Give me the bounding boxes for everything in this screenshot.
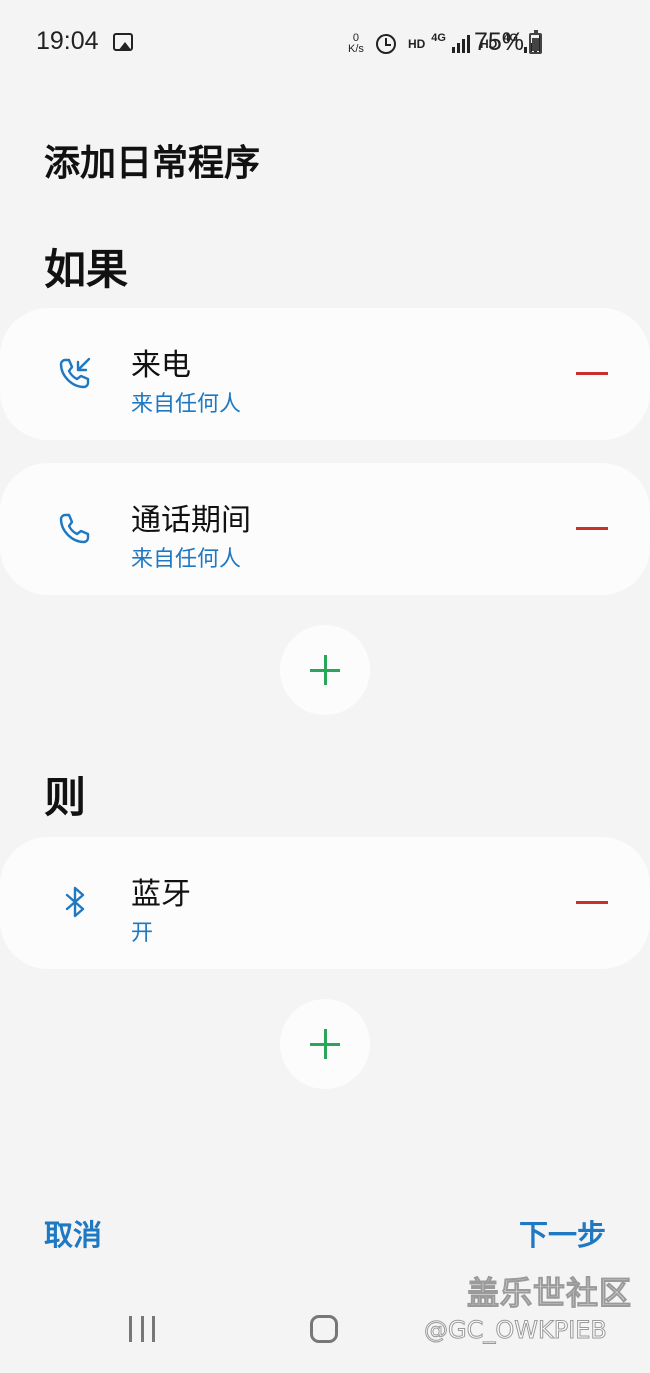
gallery-notification-icon [113, 33, 133, 51]
battery-percentage: 75% [474, 28, 525, 56]
action-subtitle[interactable]: 开 [131, 915, 153, 947]
condition-subtitle[interactable]: 来自任何人 [131, 386, 241, 418]
network-type: 4G [431, 32, 446, 44]
add-action-button[interactable] [280, 999, 370, 1089]
action-card-bluetooth[interactable]: 蓝牙 开 [0, 837, 650, 969]
condition-subtitle[interactable]: 来自任何人 [131, 541, 241, 573]
alarm-icon [375, 34, 396, 54]
cancel-button[interactable]: 取消 [44, 1212, 102, 1254]
page-title: 添加日常程序 [44, 143, 261, 184]
plus-icon-vertical [324, 1029, 327, 1059]
phone-icon [59, 513, 90, 544]
hd-indicator: HD [407, 37, 426, 51]
remove-condition-button[interactable] [576, 372, 608, 375]
remove-condition-button[interactable] [576, 527, 608, 530]
action-title: 蓝牙 [131, 877, 191, 912]
next-button[interactable]: 下一步 [519, 1212, 606, 1254]
condition-title: 来电 [131, 348, 191, 383]
remove-action-button[interactable] [576, 901, 608, 904]
recents-icon[interactable] [129, 1316, 155, 1342]
condition-card-incoming-call[interactable]: 来电 来自任何人 [0, 308, 650, 440]
status-bar: 19:04 0 K/s HD 4G HD 4G 75% [0, 0, 650, 84]
if-section-title: 如果 [44, 245, 129, 294]
add-condition-button[interactable] [280, 625, 370, 715]
plus-icon-vertical [324, 655, 327, 685]
network-speed-unit: K/s [348, 43, 364, 55]
battery-icon [529, 30, 542, 54]
incoming-call-icon [59, 357, 91, 389]
network-speed: 0 K/s [348, 33, 364, 55]
battery-fill [532, 38, 539, 51]
watermark-community: 盖乐世社区 [466, 1274, 633, 1313]
home-icon[interactable] [310, 1315, 338, 1343]
bluetooth-icon [65, 886, 85, 918]
then-section-title: 则 [44, 773, 87, 822]
watermark-handle: @GC_OWKPIEB [424, 1316, 608, 1345]
signal-icon [451, 35, 470, 53]
condition-card-during-call[interactable]: 通话期间 来自任何人 [0, 463, 650, 595]
status-time: 19:04 [36, 27, 99, 55]
condition-title: 通话期间 [131, 503, 251, 538]
